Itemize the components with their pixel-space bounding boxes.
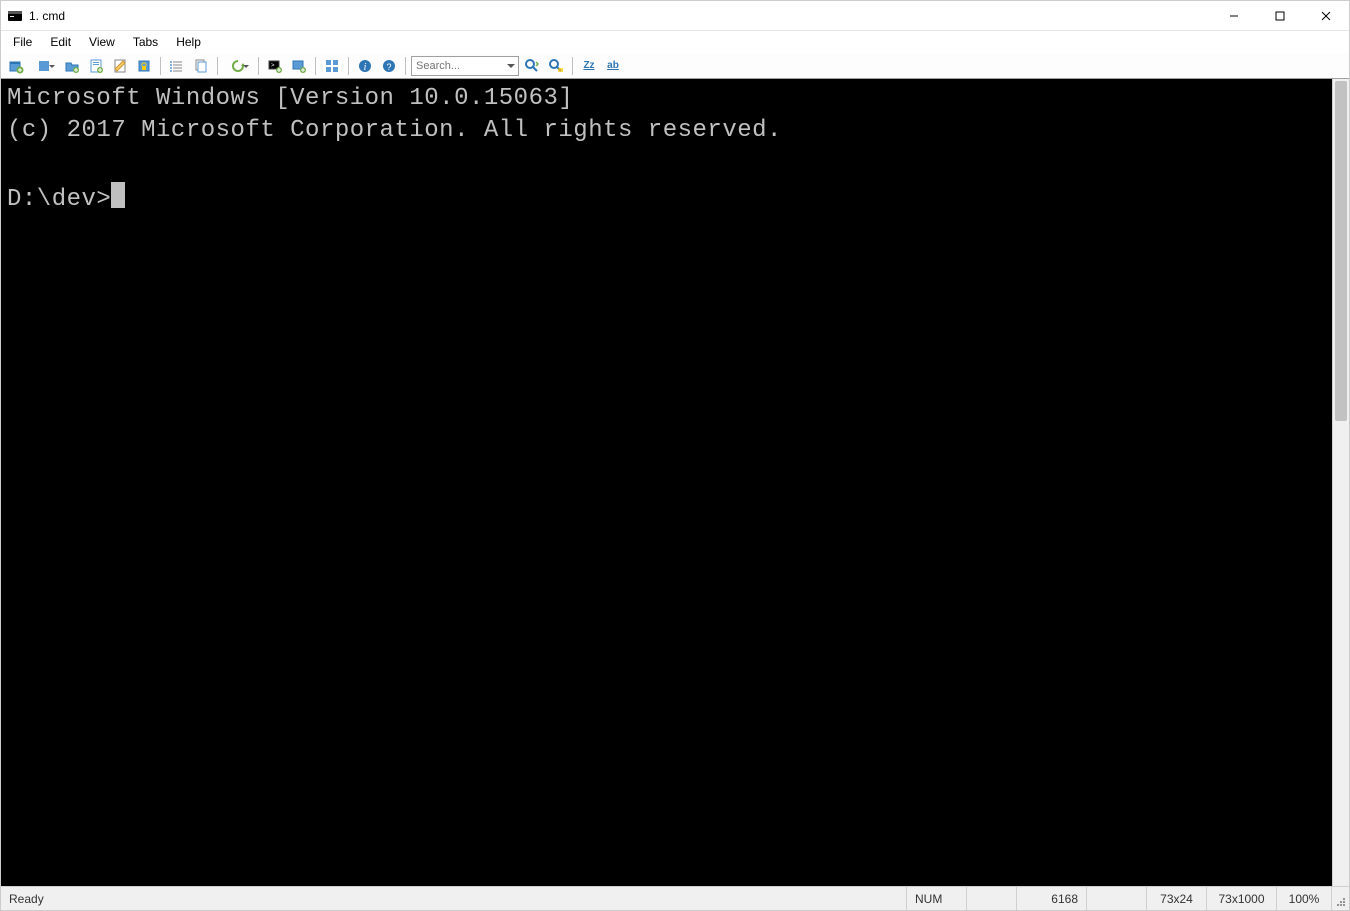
help-icon: ?	[381, 58, 397, 74]
save-icon	[88, 58, 104, 74]
new-console-icon: >	[267, 58, 283, 74]
case-toggle-button[interactable]: Zz	[578, 55, 600, 77]
toolbar-separator	[217, 57, 218, 75]
help-button[interactable]: ?	[378, 55, 400, 77]
app-icon	[7, 8, 23, 24]
copy-icon	[193, 58, 209, 74]
find-next-icon	[524, 58, 540, 74]
status-buffer: 73x1000	[1206, 887, 1276, 910]
toolbar: > i? Zz ab	[1, 53, 1349, 79]
menu-view[interactable]: View	[81, 33, 123, 51]
status-numlock: NUM	[906, 887, 966, 910]
list-button[interactable]	[166, 55, 188, 77]
status-pid: 6168	[1016, 887, 1086, 910]
status-ready: Ready	[1, 887, 906, 910]
toolbar-separator	[572, 57, 573, 75]
toolbar-separator	[160, 57, 161, 75]
scrollbar-thumb[interactable]	[1335, 81, 1347, 421]
svg-text:>: >	[271, 63, 275, 69]
menu-edit[interactable]: Edit	[42, 33, 79, 51]
new-tab-drop-icon	[36, 58, 52, 74]
new-tab-button[interactable]	[5, 55, 27, 77]
cursor	[111, 182, 125, 208]
menu-help[interactable]: Help	[168, 33, 209, 51]
menubar: File Edit View Tabs Help	[1, 31, 1349, 53]
new-tab-drop-button[interactable]	[29, 55, 59, 77]
titlebar: 1. cmd	[1, 1, 1349, 31]
status-empty1	[966, 887, 1016, 910]
terminal-area: Microsoft Windows [Version 10.0.15063] (…	[1, 79, 1349, 886]
menu-tabs[interactable]: Tabs	[125, 33, 166, 51]
close-button[interactable]	[1303, 1, 1349, 31]
new-tab-icon	[8, 58, 24, 74]
lock-icon	[136, 58, 152, 74]
edit-button[interactable]	[109, 55, 131, 77]
word-toggle-button[interactable]: ab	[602, 55, 624, 77]
statusbar: Ready NUM 6168 73x24 73x1000 100%	[1, 886, 1349, 910]
toolbar-separator	[348, 57, 349, 75]
case-toggle-icon: Zz	[583, 60, 594, 71]
status-zoom: 100%	[1276, 887, 1331, 910]
menu-file[interactable]: File	[5, 33, 40, 51]
find-next-button[interactable]	[521, 55, 543, 77]
find-highlight-icon	[548, 58, 564, 74]
settings-button[interactable]	[321, 55, 343, 77]
status-viewport: 73x24	[1146, 887, 1206, 910]
attach-icon	[291, 58, 307, 74]
refresh-drop-icon	[230, 58, 246, 74]
save-button[interactable]	[85, 55, 107, 77]
lock-button[interactable]	[133, 55, 155, 77]
toolbar-separator	[405, 57, 406, 75]
list-icon	[169, 58, 185, 74]
new-console-button[interactable]: >	[264, 55, 286, 77]
toolbar-separator	[258, 57, 259, 75]
copy-button[interactable]	[190, 55, 212, 77]
edit-icon	[112, 58, 128, 74]
info-icon: i	[357, 58, 373, 74]
refresh-drop-button[interactable]	[223, 55, 253, 77]
open-folder-button[interactable]	[61, 55, 83, 77]
toolbar-separator	[315, 57, 316, 75]
open-folder-icon	[64, 58, 80, 74]
maximize-button[interactable]	[1257, 1, 1303, 31]
info-button[interactable]: i	[354, 55, 376, 77]
vertical-scrollbar[interactable]	[1332, 79, 1349, 886]
window-title: 1. cmd	[29, 9, 65, 23]
terminal[interactable]: Microsoft Windows [Version 10.0.15063] (…	[1, 79, 1332, 886]
minimize-button[interactable]	[1211, 1, 1257, 31]
resize-grip[interactable]	[1331, 887, 1349, 910]
svg-text:i: i	[364, 62, 367, 73]
svg-text:?: ?	[386, 62, 391, 72]
word-toggle-icon: ab	[607, 60, 619, 71]
search-input[interactable]	[411, 56, 519, 76]
attach-button[interactable]	[288, 55, 310, 77]
find-highlight-button[interactable]	[545, 55, 567, 77]
settings-icon	[324, 58, 340, 74]
status-empty2	[1086, 887, 1146, 910]
